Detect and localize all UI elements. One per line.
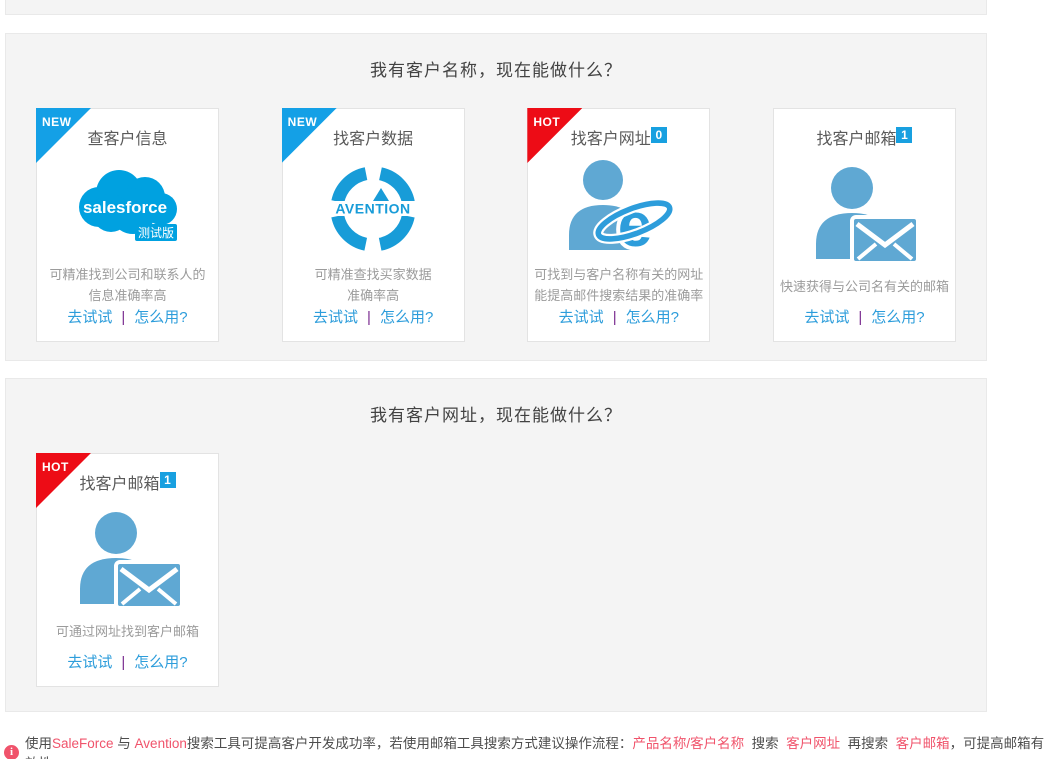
card-icon-area: salesforce 测试版: [71, 154, 185, 264]
try-link[interactable]: 去试试: [804, 309, 849, 326]
footer-text: 使用SaleForce 与 Avention搜索工具可提高客户开发成功率，若使用…: [25, 732, 1046, 759]
card-desc-line: 可找到与客户名称有关的网址: [534, 264, 703, 285]
card-desc-line: 可精准找到公司和联系人的: [49, 264, 205, 285]
card-title-row: 找客户邮箱1: [816, 130, 912, 152]
card-icon-area: e: [563, 154, 675, 264]
section-customer-name: 我有客户名称，现在能做什么？ NEW 查客户信息 salesforce 测试版 …: [5, 33, 987, 361]
card-desc: 可通过网址找到客户邮箱: [56, 621, 199, 642]
how-link[interactable]: 怎么用?: [626, 309, 679, 326]
card-links: 去试试 | 怎么用?: [67, 651, 187, 672]
tool-card[interactable]: NEW 找客户数据 AVENTION 可精准查找买家数据准确率高 去试试 | 怎么用…: [282, 108, 465, 342]
avention-logo-icon: AVENTION: [325, 161, 421, 257]
cards-row: HOT 找客户邮箱1 可通过网址找到客户邮箱 去试试 | 怎么用?: [6, 453, 986, 687]
section-customer-url: 我有客户网址，现在能做什么？ HOT 找客户邮箱1 可通过网址找到客户邮箱 去试…: [5, 378, 987, 712]
card-desc-line: 信息准确率高: [49, 285, 205, 306]
card-title: 找客户数据: [333, 130, 413, 150]
try-link[interactable]: 去试试: [67, 309, 112, 326]
ribbon-label: NEW: [42, 115, 72, 129]
how-link[interactable]: 怎么用?: [134, 309, 187, 326]
card-title-row: 查客户信息: [87, 130, 167, 150]
card-desc-line: 可通过网址找到客户邮箱: [56, 621, 199, 642]
card-links: 去试试 | 怎么用?: [559, 306, 679, 327]
tool-card[interactable]: 找客户邮箱1 快速获得与公司名有关的邮箱 去试试 | 怎么用?: [773, 108, 956, 342]
tool-card[interactable]: NEW 查客户信息 salesforce 测试版 可精准找到公司和联系人的信息准…: [36, 108, 219, 342]
ribbon-label: NEW: [288, 115, 318, 129]
salesforce-wordmark: salesforce: [82, 198, 166, 217]
card-count-badge: 0: [651, 127, 667, 143]
tool-card[interactable]: HOT 找客户邮箱1 可通过网址找到客户邮箱 去试试 | 怎么用?: [36, 453, 219, 687]
card-title-row: 找客户网址0: [571, 130, 667, 150]
card-title: 找客户网址: [571, 130, 651, 150]
person-browser-icon: e: [563, 158, 675, 260]
tool-card[interactable]: HOT 找客户网址0 e 可找到与客户名称有关的网址能提高邮件搜索结果的准确率 …: [527, 108, 710, 342]
card-links: 去试试 | 怎么用?: [67, 306, 187, 327]
person-email-icon: [808, 165, 920, 267]
card-icon-area: [808, 156, 920, 276]
salesforce-beta-label: 测试版: [137, 225, 173, 240]
card-title: 找客户邮箱: [79, 475, 159, 495]
section-title: 我有客户网址，现在能做什么？: [6, 379, 986, 426]
try-link[interactable]: 去试试: [559, 309, 604, 326]
card-title-row: 找客户邮箱1: [79, 475, 175, 497]
card-title: 找客户邮箱: [816, 130, 896, 150]
card-count-badge: 1: [160, 472, 176, 488]
card-desc-line: 快速获得与公司名有关的邮箱: [780, 276, 949, 297]
card-desc: 快速获得与公司名有关的邮箱: [780, 276, 949, 297]
footer-highlight-term: 客户邮箱: [896, 736, 950, 751]
person-email-icon: [72, 510, 184, 612]
footer-text-segment: 使用: [25, 736, 52, 751]
section-title: 我有客户名称，现在能做什么？: [6, 34, 986, 81]
footer-text-segment: 再搜索: [840, 736, 896, 751]
card-desc: 可找到与客户名称有关的网址能提高邮件搜索结果的准确率: [534, 264, 703, 306]
info-icon: i: [4, 745, 19, 759]
card-desc-line: 可精准查找买家数据: [315, 264, 432, 285]
try-link[interactable]: 去试试: [313, 309, 358, 326]
previous-section-edge: [5, 0, 987, 15]
try-link[interactable]: 去试试: [67, 654, 112, 671]
footer-text-segment: 与: [114, 736, 135, 751]
footer-highlight-term: 产品名称/客户名称: [632, 736, 744, 751]
link-separator: |: [613, 309, 617, 326]
card-links: 去试试 | 怎么用?: [804, 306, 924, 327]
footer-highlight-term: SaleForce: [52, 736, 114, 751]
footer-highlight-term: 客户网址: [786, 736, 840, 751]
avention-wordmark: AVENTION: [336, 201, 411, 217]
ribbon-label: HOT: [42, 460, 69, 474]
card-count-badge: 1: [896, 127, 912, 143]
card-desc: 可精准查找买家数据准确率高: [315, 264, 432, 306]
card-desc-line: 能提高邮件搜索结果的准确率: [534, 285, 703, 306]
card-title-row: 找客户数据: [333, 130, 413, 150]
footer-highlight-term: Avention: [135, 736, 187, 751]
footer-text-segment: 搜索: [744, 736, 786, 751]
card-title: 查客户信息: [87, 130, 167, 150]
card-desc: 可精准找到公司和联系人的信息准确率高: [49, 264, 205, 306]
footer-note: i 使用SaleForce 与 Avention搜索工具可提高客户开发成功率，若…: [0, 732, 1046, 759]
how-link[interactable]: 怎么用?: [871, 309, 924, 326]
cards-row: NEW 查客户信息 salesforce 测试版 可精准找到公司和联系人的信息准…: [6, 108, 986, 342]
how-link[interactable]: 怎么用?: [134, 654, 187, 671]
link-separator: |: [367, 309, 371, 326]
card-icon-area: [72, 501, 184, 621]
ribbon-label: HOT: [533, 115, 560, 129]
link-separator: |: [121, 654, 125, 671]
card-icon-area: AVENTION: [325, 154, 421, 264]
link-separator: |: [858, 309, 862, 326]
salesforce-logo-icon: salesforce 测试版: [71, 167, 185, 251]
link-separator: |: [121, 309, 125, 326]
card-desc-line: 准确率高: [315, 285, 432, 306]
footer-text-segment: 搜索工具可提高客户开发成功率，若使用邮箱工具搜索方式建议操作流程：: [187, 736, 633, 751]
card-links: 去试试 | 怎么用?: [313, 306, 433, 327]
how-link[interactable]: 怎么用?: [380, 309, 433, 326]
